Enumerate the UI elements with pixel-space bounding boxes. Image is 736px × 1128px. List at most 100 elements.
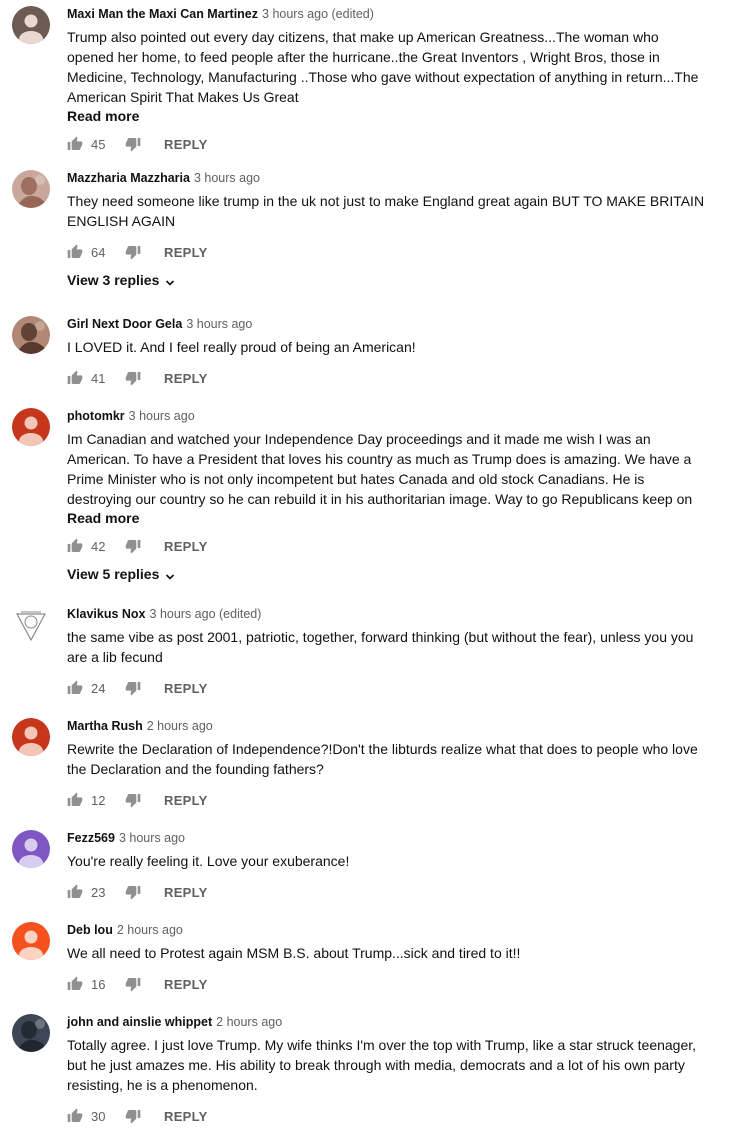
reply-button[interactable]: REPLY xyxy=(164,137,208,152)
comment-author[interactable]: john and ainslie whippet xyxy=(67,1015,212,1029)
comment-text-line: We all need to Protest again MSM B.S. ab… xyxy=(67,945,521,961)
comment-header: Klavikus Nox 3 hours ago (edited) xyxy=(67,606,707,622)
comment-text-line: are a lib fecund xyxy=(67,649,163,665)
comment-body: john and ainslie whippet 2 hours ago Total… xyxy=(67,1014,707,1126)
avatar[interactable] xyxy=(12,170,50,208)
thumbs-down-icon[interactable] xyxy=(125,538,141,554)
comment-timestamp[interactable]: 3 hours ago xyxy=(129,409,195,423)
thumbs-down-icon[interactable] xyxy=(125,1108,141,1124)
comment-author[interactable]: photomkr xyxy=(67,409,125,423)
like-count: 24 xyxy=(91,680,106,696)
thumbs-down-icon[interactable] xyxy=(125,680,141,696)
reply-button[interactable]: REPLY xyxy=(164,371,208,386)
thumbs-up-icon[interactable] xyxy=(67,680,83,696)
thumbs-down-icon[interactable] xyxy=(125,136,141,152)
chevron-down-icon xyxy=(165,275,175,286)
comment-text-line: the same vibe as post 2001, patriotic, t… xyxy=(67,629,694,645)
comment-author[interactable]: Girl Next Door Gela xyxy=(67,317,182,331)
thumbs-up-icon[interactable] xyxy=(67,244,83,260)
comment-timestamp[interactable]: 3 hours ago (edited) xyxy=(262,7,374,21)
thumbs-up-icon[interactable] xyxy=(67,1108,83,1124)
comment-text: We all need to Protest again MSM B.S. ab… xyxy=(67,943,707,963)
comment-timestamp[interactable]: 2 hours ago xyxy=(216,1015,282,1029)
comment-timestamp[interactable]: 2 hours ago xyxy=(117,923,183,937)
comment-text-line: Rewrite the Declaration of Independence?… xyxy=(67,741,698,757)
comment-text: Im Canadian and watched your Independenc… xyxy=(67,429,707,509)
thumbs-up-icon[interactable] xyxy=(67,792,83,808)
comment-body: Fezz569 3 hours ago You're really feeling … xyxy=(67,830,707,902)
thumbs-up-icon[interactable] xyxy=(67,136,83,152)
comment-actions: 12 REPLY xyxy=(67,790,707,810)
comment-header: Deb lou 2 hours ago xyxy=(67,922,707,938)
comment-text: They need someone like trump in the uk n… xyxy=(67,191,707,231)
comment-author[interactable]: Deb lou xyxy=(67,923,113,937)
comment-timestamp[interactable]: 3 hours ago (edited) xyxy=(150,607,262,621)
read-more-link[interactable]: Read more xyxy=(67,509,707,527)
comment-text-line: American Spirit That Makes Us Great xyxy=(67,89,299,105)
reply-button[interactable]: REPLY xyxy=(164,885,208,900)
comment-header: Mazzharia Mazzharia 3 hours ago xyxy=(67,170,707,186)
comment-text-line: You're really feeling it. Love your exub… xyxy=(67,853,350,869)
comment-author[interactable]: Mazzharia Mazzharia xyxy=(67,171,190,185)
comment-text: Trump also pointed out every day citizen… xyxy=(67,27,707,107)
thumbs-down-icon[interactable] xyxy=(125,244,141,260)
reply-button[interactable]: REPLY xyxy=(164,793,208,808)
comment-author[interactable]: Maxi Man the Maxi Can Martinez xyxy=(67,7,258,21)
comment-text-line: Medicine, Technology, Manufacturing ..Th… xyxy=(67,69,699,85)
comment-header: Fezz569 3 hours ago xyxy=(67,830,707,846)
comment-body: photomkr 3 hours ago Im Canadian and watch… xyxy=(67,408,707,582)
thumbs-up-icon[interactable] xyxy=(67,976,83,992)
like-count: 41 xyxy=(91,370,106,386)
comment-timestamp[interactable]: 3 hours ago xyxy=(194,171,260,185)
thumbs-down-icon[interactable] xyxy=(125,370,141,386)
person-icon[interactable] xyxy=(12,830,50,868)
person-icon[interactable] xyxy=(12,6,50,44)
comment-actions: 23 REPLY xyxy=(67,882,707,902)
reply-button[interactable]: REPLY xyxy=(164,245,208,260)
comment-text-line: the Declaration and the founding fathers… xyxy=(67,761,324,777)
comment-timestamp[interactable]: 3 hours ago xyxy=(186,317,252,331)
comment-author[interactable]: Martha Rush xyxy=(67,719,143,733)
thumbs-up-icon[interactable] xyxy=(67,538,83,554)
reply-button[interactable]: REPLY xyxy=(164,1109,208,1124)
avatar[interactable] xyxy=(12,316,50,354)
comment-author[interactable]: Fezz569 xyxy=(67,831,115,845)
comment-text: Rewrite the Declaration of Independence?… xyxy=(67,739,707,779)
like-count: 42 xyxy=(91,538,106,554)
thumbs-up-icon[interactable] xyxy=(67,884,83,900)
view-replies-button[interactable]: View 5 replies xyxy=(67,566,707,582)
comment-header: Martha Rush 2 hours ago xyxy=(67,718,707,734)
comment-body: Martha Rush 2 hours ago Rewrite the Declar… xyxy=(67,718,707,810)
comment-text: You're really feeling it. Love your exub… xyxy=(67,851,707,871)
reply-button[interactable]: REPLY xyxy=(164,539,208,554)
avatar[interactable] xyxy=(12,1014,50,1052)
comment-text-line: opened her home, to feed people after th… xyxy=(67,49,660,65)
thumbs-down-icon[interactable] xyxy=(125,792,141,808)
like-count: 16 xyxy=(91,976,106,992)
like-count: 30 xyxy=(91,1108,106,1124)
comment-text: Totally agree. I just love Trump. My wif… xyxy=(67,1035,707,1095)
person-icon[interactable] xyxy=(12,408,50,446)
thumbs-up-icon[interactable] xyxy=(67,370,83,386)
reply-button[interactable]: REPLY xyxy=(164,681,208,696)
comment-body: Girl Next Door Gela 3 hours ago I LOVED it… xyxy=(67,316,707,388)
comment-actions: 42 REPLY xyxy=(67,536,707,556)
comment-text-line: American. To have a President that loves… xyxy=(67,451,692,467)
avatar[interactable] xyxy=(12,606,50,644)
view-replies-button[interactable]: View 3 replies xyxy=(67,272,707,288)
read-more-link[interactable]: Read more xyxy=(67,107,707,125)
like-count: 64 xyxy=(91,244,106,260)
reply-button[interactable]: REPLY xyxy=(164,977,208,992)
comment-header: Maxi Man the Maxi Can Martinez 3 hours ag… xyxy=(67,6,707,22)
comment-timestamp[interactable]: 3 hours ago xyxy=(119,831,185,845)
person-icon[interactable] xyxy=(12,718,50,756)
comment-timestamp[interactable]: 2 hours ago xyxy=(147,719,213,733)
thumbs-down-icon[interactable] xyxy=(125,884,141,900)
thumbs-down-icon[interactable] xyxy=(125,976,141,992)
person-icon[interactable] xyxy=(12,922,50,960)
comment-text-line: Trump also pointed out every day citizen… xyxy=(67,29,659,45)
comment-text-line: destroying our country so he can rebuild… xyxy=(67,491,693,507)
comment-text-line: Im Canadian and watched your Independenc… xyxy=(67,431,651,447)
comment-actions: 41 REPLY xyxy=(67,368,707,388)
comment-author[interactable]: Klavikus Nox xyxy=(67,607,146,621)
